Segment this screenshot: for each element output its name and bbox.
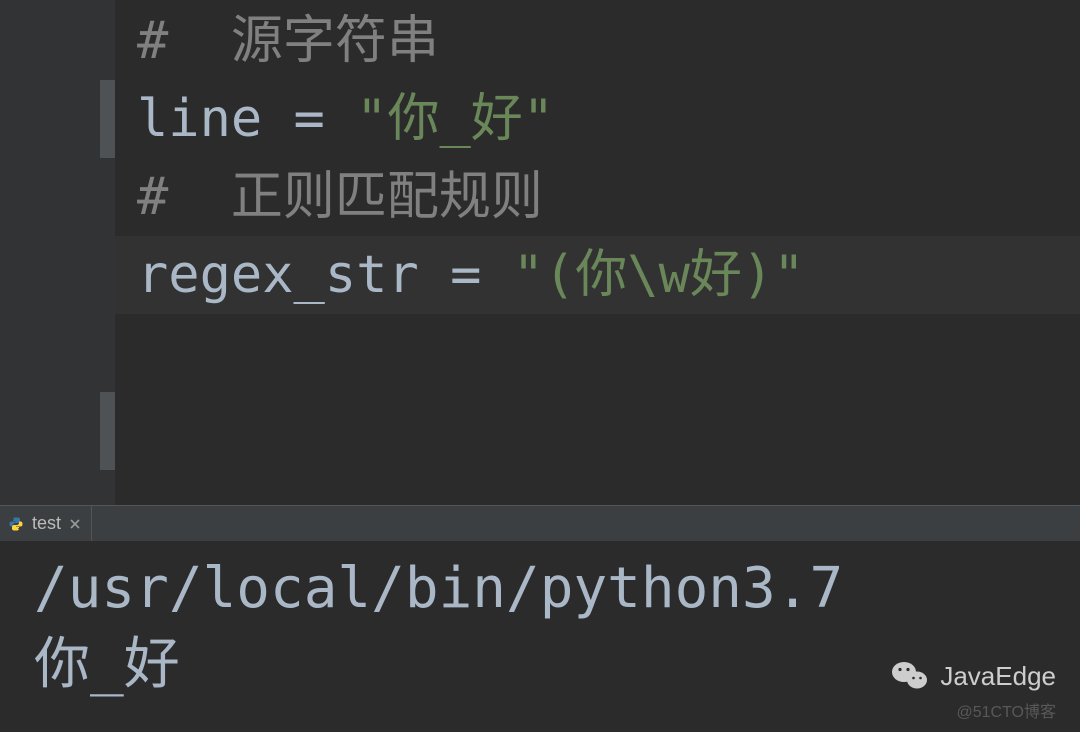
- code-line: # 源字符串: [115, 2, 1080, 80]
- run-tab-bar: test: [0, 505, 1080, 541]
- gutter-mark: [100, 392, 115, 470]
- python-icon: [8, 516, 24, 532]
- code-area[interactable]: # 源字符串 line = "你_好" # 正则匹配规则 regex_str =…: [115, 0, 1080, 505]
- gutter-mark: [100, 80, 115, 158]
- code-line: line = "你_好": [115, 80, 1080, 158]
- code-line: regex_str = "(你\w好)": [115, 236, 1080, 314]
- watermark-wechat-label: JavaEdge: [940, 661, 1056, 692]
- console-line: /usr/local/bin/python3.7: [34, 551, 1046, 627]
- operator: =: [262, 89, 356, 149]
- comment-text: # 正则匹配规则: [137, 167, 543, 227]
- operator: =: [419, 245, 513, 305]
- watermark-blog: @51CTO博客: [956, 698, 1056, 722]
- editor-gutter: [0, 0, 115, 505]
- identifier: regex_str: [137, 245, 419, 305]
- code-editor[interactable]: # 源字符串 line = "你_好" # 正则匹配规则 regex_str =…: [0, 0, 1080, 505]
- comment-text: # 源字符串: [137, 11, 439, 71]
- watermark-blog-label: @51CTO博客: [956, 704, 1056, 721]
- code-line: # 正则匹配规则: [115, 158, 1080, 236]
- string-literal: "(你\w好)": [513, 245, 805, 305]
- run-console[interactable]: /usr/local/bin/python3.7 你_好: [0, 541, 1080, 732]
- run-tab-label: test: [32, 513, 61, 534]
- run-tab-test[interactable]: test: [0, 506, 92, 541]
- string-literal: "你_好": [356, 89, 554, 149]
- wechat-icon: [890, 656, 930, 696]
- identifier: line: [137, 89, 262, 149]
- watermark-wechat: JavaEdge: [890, 656, 1056, 696]
- close-icon[interactable]: [69, 518, 81, 530]
